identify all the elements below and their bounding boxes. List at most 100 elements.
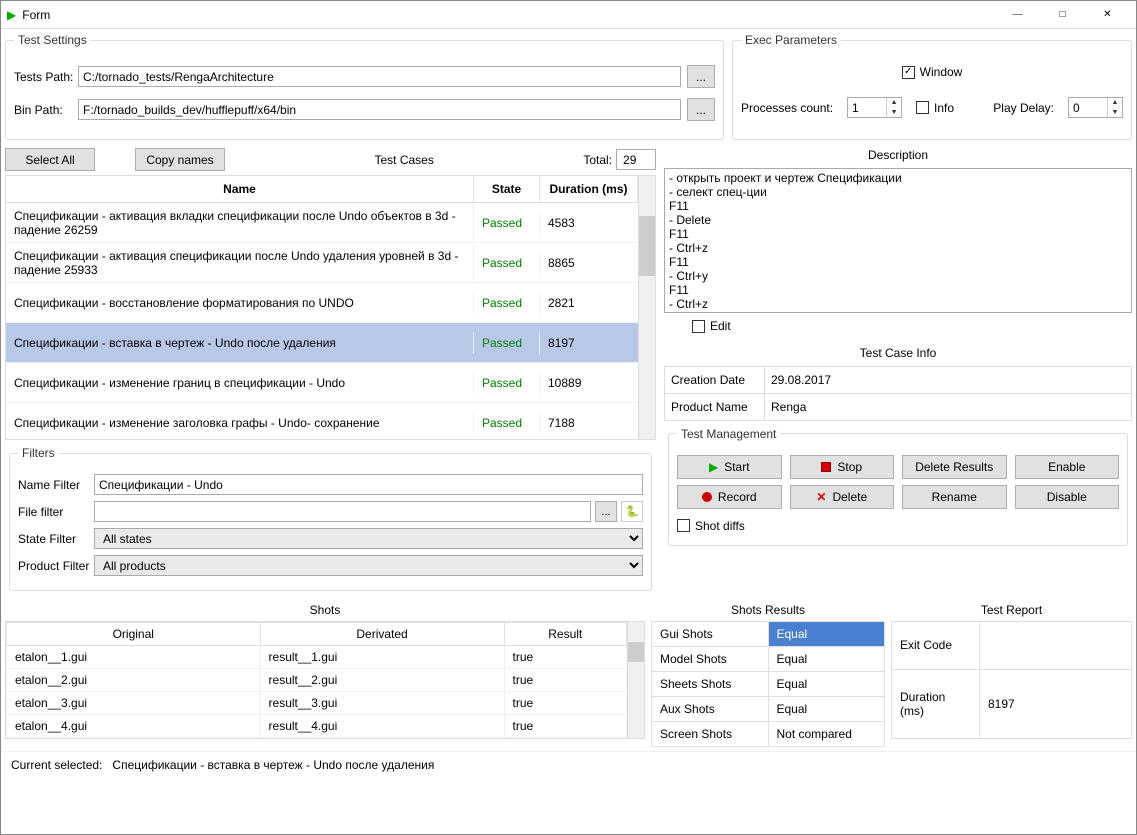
cell-value: Equal [768,622,885,647]
processes-count-value[interactable] [848,98,886,117]
checkbox-empty-icon [916,101,929,114]
table-row[interactable]: Спецификации - изменение границ в специф… [6,363,638,403]
test-cases-scrollbar[interactable] [638,176,655,439]
checkbox-empty-icon [692,320,705,333]
minimize-button[interactable]: — [995,1,1040,29]
filters-group: Filters Name Filter File filter ... 🐍 St… [9,446,652,591]
close-button[interactable]: ✕ [1085,1,1130,29]
cell-state: Passed [474,412,540,434]
delete-button[interactable]: ✕Delete [790,485,895,509]
description-header: Description [664,144,1132,168]
cell-duration: 10889 [540,372,638,394]
spin-up-icon[interactable]: ▲ [1108,98,1122,108]
cell-state: Passed [474,332,540,354]
table-row[interactable]: Спецификации - вставка в чертеж - Undo п… [6,323,638,363]
spin-down-icon[interactable]: ▼ [887,108,901,118]
cell-name: Спецификации - активация вкладки специфи… [6,205,474,241]
disable-button[interactable]: Disable [1015,485,1120,509]
cell-duration: 4583 [540,212,638,234]
spin-down-icon[interactable]: ▼ [1108,108,1122,118]
col-duration-header[interactable]: Duration (ms) [540,176,638,202]
cell-value: Equal [768,697,885,722]
exit-code-label: Exit Code [892,622,980,670]
test-management-group: Test Management ▶Start Stop Delete Resul… [668,427,1128,546]
filters-legend: Filters [18,446,59,460]
enable-button[interactable]: Enable [1015,455,1120,479]
table-row[interactable]: Screen ShotsNot compared [652,722,885,747]
col-original-header[interactable]: Original [7,623,261,646]
cell-derivated: result__3.gui [260,692,504,715]
python-icon[interactable]: 🐍 [621,501,643,522]
play-delay-value[interactable] [1069,98,1107,117]
duration-label: Duration (ms) [892,669,980,738]
spin-up-icon[interactable]: ▲ [887,98,901,108]
table-row[interactable]: Model ShotsEqual [652,647,885,672]
table-row[interactable]: Спецификации - активация спецификации по… [6,243,638,283]
table-row[interactable]: Sheets ShotsEqual [652,672,885,697]
checkmark-icon: ✓ [902,66,915,79]
test-settings-legend: Test Settings [14,33,91,47]
shot-diffs-checkbox[interactable]: Shot diffs [677,519,745,533]
exec-params-group: Exec Parameters ✓ Window Processes count… [732,33,1132,140]
col-result-header[interactable]: Result [504,623,626,646]
info-checkbox[interactable]: Info [916,101,954,115]
titlebar: ▶ Form — □ ✕ [1,1,1136,29]
cell-key: Sheets Shots [652,672,769,697]
table-row[interactable]: Спецификации - восстановление форматиров… [6,283,638,323]
cell-name: Спецификации - восстановление форматиров… [6,292,474,314]
tests-path-label: Tests Path: [14,70,78,84]
cell-derivated: result__2.gui [260,669,504,692]
col-state-header[interactable]: State [474,176,540,202]
copy-names-button[interactable]: Copy names [135,148,225,171]
table-row[interactable]: Спецификации - изменение заголовка графы… [6,403,638,439]
cell-name: Спецификации - вставка в чертеж - Undo п… [6,332,474,354]
description-text[interactable]: - открыть проект и чертеж Спецификации -… [664,168,1132,313]
table-row[interactable]: Gui ShotsEqual [652,622,885,647]
tests-path-input[interactable] [78,66,681,87]
exec-params-legend: Exec Parameters [741,33,841,47]
cell-original: etalon__4.gui [7,715,261,738]
rename-button[interactable]: Rename [902,485,1007,509]
delete-results-button[interactable]: Delete Results [902,455,1007,479]
col-derivated-header[interactable]: Derivated [260,623,504,646]
processes-count-spinner[interactable]: ▲▼ [847,97,902,118]
x-icon: ✕ [816,490,826,504]
cell-key: Model Shots [652,647,769,672]
table-row[interactable]: etalon__4.guiresult__4.guitrue [7,715,627,738]
file-filter-input[interactable] [94,501,591,522]
shots-table: Original Derivated Result etalon__1.guir… [5,621,645,739]
start-button[interactable]: ▶Start [677,455,782,479]
exit-code-value [980,622,1132,670]
edit-checkbox[interactable]: Edit [692,319,731,333]
col-name-header[interactable]: Name [6,176,474,202]
table-row[interactable]: etalon__3.guiresult__3.guitrue [7,692,627,715]
table-row[interactable]: etalon__2.guiresult__2.guitrue [7,669,627,692]
cell-duration: 8865 [540,252,638,274]
cell-result: true [504,669,626,692]
file-filter-browse-button[interactable]: ... [595,501,617,522]
cell-duration: 2821 [540,292,638,314]
bin-path-label: Bin Path: [14,103,78,117]
cell-state: Passed [474,372,540,394]
test-cases-label: Test Cases [374,153,433,167]
table-row[interactable]: Aux ShotsEqual [652,697,885,722]
record-button[interactable]: Record [677,485,782,509]
product-filter-select[interactable]: All products [94,555,643,576]
stop-button[interactable]: Stop [790,455,895,479]
bin-path-input[interactable] [78,99,681,120]
window-checkbox[interactable]: ✓ Window [902,65,963,79]
name-filter-input[interactable] [94,474,643,495]
select-all-button[interactable]: Select All [5,148,95,171]
stop-icon [821,462,831,472]
product-filter-label: Product Filter [18,559,94,573]
bin-path-browse-button[interactable]: ... [687,98,715,121]
maximize-button[interactable]: □ [1040,1,1085,29]
state-filter-select[interactable]: All states [94,528,643,549]
shots-scrollbar[interactable] [627,622,644,738]
table-row[interactable]: etalon__1.guiresult__1.guitrue [7,646,627,669]
play-delay-label: Play Delay: [993,101,1054,115]
play-delay-spinner[interactable]: ▲▼ [1068,97,1123,118]
table-row[interactable]: Спецификации - активация вкладки специфи… [6,203,638,243]
cell-original: etalon__2.gui [7,669,261,692]
tests-path-browse-button[interactable]: ... [687,65,715,88]
